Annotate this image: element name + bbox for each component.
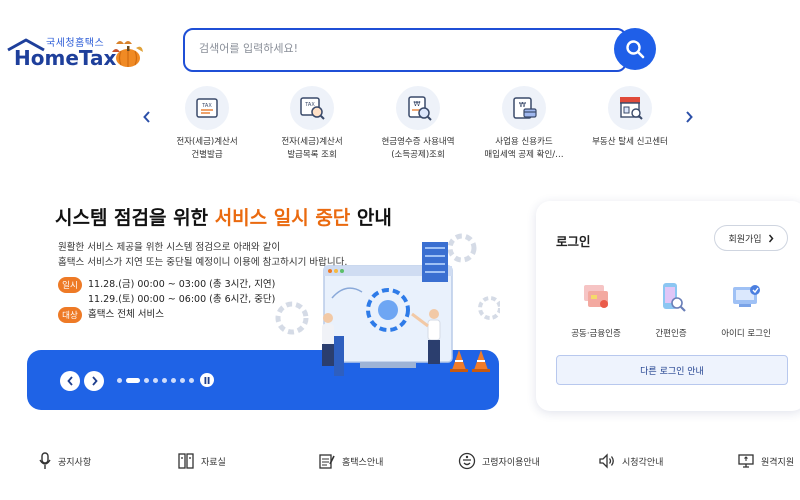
target-badge: 대상 bbox=[58, 307, 82, 323]
logo-text: HomeTax bbox=[14, 46, 117, 70]
bottom-nav-label: 시청각안내 bbox=[622, 457, 664, 468]
bottom-nav: 공지사항 자료실 홈택스안내 고령자이용안내 시청각안내 원격지원 bbox=[0, 446, 800, 476]
pagination-dot[interactable] bbox=[153, 378, 158, 383]
svg-text:TAX: TAX bbox=[304, 102, 315, 108]
maintenance-illustration bbox=[275, 233, 500, 376]
time-badge: 일시 bbox=[58, 277, 82, 293]
pagination-dot[interactable] bbox=[162, 378, 167, 383]
quick-menu-item-business-credit-card[interactable]: ₩ 사업용 신용카드매입세액 공제 확인/… bbox=[472, 86, 576, 162]
simple-auth-login-button[interactable]: 간편인증 bbox=[631, 279, 711, 339]
banner-prev-button[interactable] bbox=[60, 371, 80, 391]
speaker-icon bbox=[599, 453, 614, 469]
bottom-nav-remote-support[interactable]: 원격지원 bbox=[737, 452, 794, 470]
quick-menu-label: 전자(세금)계산서 bbox=[176, 137, 238, 147]
target-text: 홈택스 전체 서비스 bbox=[88, 309, 164, 320]
quick-menu-label: 매입세액 공제 확인/… bbox=[484, 150, 564, 160]
quick-menu-label: 부동산 탈세 신고센터 bbox=[592, 137, 668, 147]
quick-menu-item-real-estate-report[interactable]: 부동산 탈세 신고센터 bbox=[578, 86, 682, 149]
search-icon bbox=[626, 40, 645, 59]
banner-pause-button[interactable] bbox=[200, 373, 214, 387]
cash-receipt-icon: ₩ bbox=[396, 86, 440, 130]
chevron-right-icon bbox=[686, 111, 693, 123]
quick-menu-item-cash-receipt[interactable]: ₩ 현금영수증 사용내역 (소득공제)조회 bbox=[366, 86, 470, 162]
quick-menu-label: 발급목록 조회 bbox=[287, 150, 337, 160]
pagination-dot-active[interactable] bbox=[126, 378, 140, 383]
certificate-icon bbox=[584, 285, 608, 308]
other-login-guide-button[interactable]: 다른 로그인 안내 bbox=[556, 355, 788, 385]
banner-title-part: 시스템 점검을 위한 bbox=[55, 207, 215, 229]
quick-menu-next-button[interactable] bbox=[679, 107, 699, 127]
quick-menu-item-tax-invoice-list[interactable]: TAX 전자(세금)계산서발급목록 조회 bbox=[260, 86, 364, 162]
bottom-nav-label: 공지사항 bbox=[58, 457, 92, 468]
pause-icon bbox=[204, 376, 210, 384]
svg-text:₩: ₩ bbox=[414, 100, 421, 108]
guide-icon bbox=[319, 454, 335, 469]
search-button[interactable] bbox=[614, 28, 656, 70]
chevron-right-icon bbox=[91, 376, 98, 386]
remote-support-icon bbox=[738, 454, 754, 468]
bottom-nav-label: 고령자이용안내 bbox=[482, 457, 540, 468]
id-login-icon bbox=[733, 285, 760, 307]
certificate-login-button[interactable]: 공동·금융인증 bbox=[556, 279, 636, 339]
archive-icon bbox=[178, 453, 194, 469]
tax-invoice-icon: TAX bbox=[185, 86, 229, 130]
bottom-nav-senior-guide[interactable]: 고령자이용안내 bbox=[458, 452, 540, 470]
quick-menu-label: 사업용 신용카드 bbox=[495, 137, 553, 147]
quick-menu-item-tax-invoice-issue[interactable]: TAX 전자(세금)계산서건별발급 bbox=[155, 86, 259, 162]
bottom-nav-label: 자료실 bbox=[201, 457, 226, 468]
quick-menu-label: (소득공제)조회 bbox=[391, 150, 445, 160]
search-box[interactable] bbox=[183, 28, 627, 72]
pagination-dot[interactable] bbox=[117, 378, 122, 383]
login-title: 로그인 bbox=[556, 234, 591, 249]
mobile-auth-icon bbox=[663, 283, 686, 312]
credit-card-icon: ₩ bbox=[502, 86, 546, 130]
chevron-left-icon bbox=[66, 376, 73, 386]
chevron-left-icon bbox=[143, 111, 150, 123]
bottom-nav-label: 홈택스안내 bbox=[342, 457, 384, 468]
svg-text:TAX: TAX bbox=[201, 103, 212, 109]
join-label: 회원가입 bbox=[728, 234, 762, 245]
pagination-dot[interactable] bbox=[180, 378, 185, 383]
hometax-logo[interactable]: 국세청홈택스 HomeTax bbox=[6, 34, 146, 70]
store-icon bbox=[608, 86, 652, 130]
schedule-line: 11.28.(금) 00:00 ~ 03:00 (총 3시간, 지연) bbox=[88, 279, 276, 290]
chevron-right-icon bbox=[768, 234, 774, 242]
id-login-button[interactable]: 아이디 로그인 bbox=[706, 279, 786, 339]
senior-icon bbox=[458, 452, 476, 470]
autumn-pumpkin-icon bbox=[112, 41, 143, 67]
pagination-dot[interactable] bbox=[171, 378, 176, 383]
login-panel: 로그인 회원가입 공동·금융인증 간편인증 아이디 로그인 다른 로그인 안내 bbox=[536, 201, 800, 411]
tax-invoice-search-icon: TAX bbox=[290, 86, 334, 130]
microphone-icon bbox=[39, 452, 51, 469]
login-option-label: 공동·금융인증 bbox=[571, 329, 621, 339]
join-button[interactable]: 회원가입 bbox=[714, 225, 788, 251]
quick-menu-label: 전자(세금)계산서 bbox=[281, 137, 343, 147]
quick-menu-label: 건별발급 bbox=[191, 150, 223, 160]
banner-next-button[interactable] bbox=[84, 371, 104, 391]
login-option-label: 간편인증 bbox=[655, 329, 687, 339]
bottom-nav-notice[interactable]: 공지사항 bbox=[38, 452, 91, 470]
banner-pagination bbox=[117, 378, 194, 383]
schedule-line: 11.29.(토) 00:00 ~ 06:00 (총 6시간, 중단) bbox=[88, 294, 276, 305]
pagination-dot[interactable] bbox=[189, 378, 194, 383]
banner-desc-line: 원활한 서비스 제공을 위한 시스템 점검으로 아래와 같이 bbox=[58, 242, 281, 253]
bottom-nav-hometax-guide[interactable]: 홈택스안내 bbox=[318, 452, 383, 470]
svg-text:₩: ₩ bbox=[519, 101, 526, 109]
pagination-dot[interactable] bbox=[144, 378, 149, 383]
quick-menu-label: 현금영수증 사용내역 bbox=[381, 137, 455, 147]
bottom-nav-label: 원격지원 bbox=[761, 457, 795, 468]
bottom-nav-archive[interactable]: 자료실 bbox=[177, 452, 226, 470]
search-input[interactable] bbox=[199, 42, 579, 55]
bottom-nav-audiovisual-guide[interactable]: 시청각안내 bbox=[598, 452, 663, 470]
login-option-label: 아이디 로그인 bbox=[721, 329, 771, 339]
quick-menu-prev-button[interactable] bbox=[137, 107, 157, 127]
